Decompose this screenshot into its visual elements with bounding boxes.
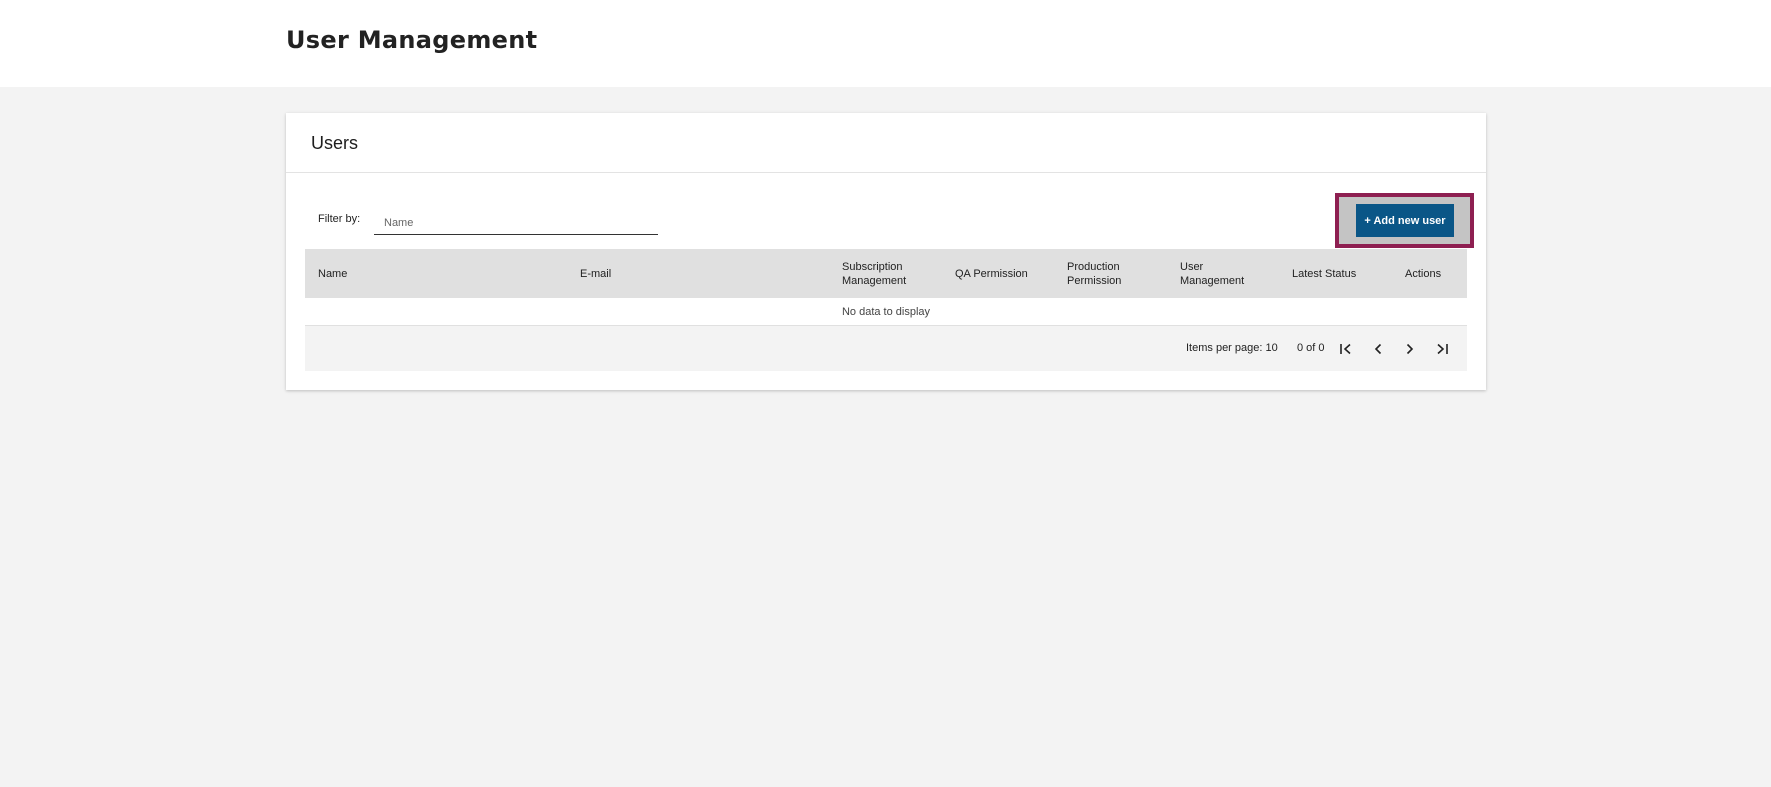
filter-label: Filter by: [318, 213, 361, 225]
column-header-email[interactable]: E-mail [580, 249, 830, 298]
column-header-latest-status[interactable]: Latest Status [1292, 249, 1392, 298]
card-header: Users [286, 113, 1486, 173]
add-user-highlight: + Add new user [1335, 193, 1474, 248]
first-page-icon [1339, 343, 1353, 355]
page-header: User Management [0, 0, 1771, 87]
last-page-icon [1435, 343, 1449, 355]
chevron-right-icon [1405, 343, 1415, 355]
users-card: Users Filter by: + Add new user Name E-m… [286, 113, 1486, 390]
column-header-user-management[interactable]: User Management [1180, 249, 1260, 298]
first-page-button[interactable] [1334, 338, 1358, 360]
column-header-production-permission[interactable]: Production Permission [1067, 249, 1147, 298]
users-table: Name E-mail Subscription Management QA P… [305, 249, 1467, 371]
column-header-actions: Actions [1405, 267, 1442, 280]
last-page-button[interactable] [1430, 338, 1454, 360]
previous-page-button[interactable] [1366, 338, 1390, 360]
column-header-name[interactable]: Name [318, 249, 568, 298]
next-page-button[interactable] [1398, 338, 1422, 360]
items-per-page-text: Items per page: [1186, 342, 1263, 354]
page-range: 0 of 0 [1297, 342, 1325, 354]
column-header-qa-permission[interactable]: QA Permission [955, 249, 1055, 298]
empty-table-message: No data to display [305, 298, 1467, 326]
add-new-user-button[interactable]: + Add new user [1356, 204, 1454, 237]
items-per-page-label: Items per page: 10 [1186, 342, 1278, 354]
items-per-page-select[interactable]: 10 [1266, 342, 1278, 354]
name-filter-input[interactable] [374, 203, 658, 235]
chevron-left-icon [1373, 343, 1383, 355]
card-title: Users [311, 133, 359, 153]
pagination-bar: Items per page: 10 0 of 0 [305, 326, 1467, 371]
table-header-row: Name E-mail Subscription Management QA P… [305, 249, 1467, 298]
column-header-subscription-management[interactable]: Subscription Management [842, 249, 922, 298]
page-title: User Management [286, 26, 538, 54]
